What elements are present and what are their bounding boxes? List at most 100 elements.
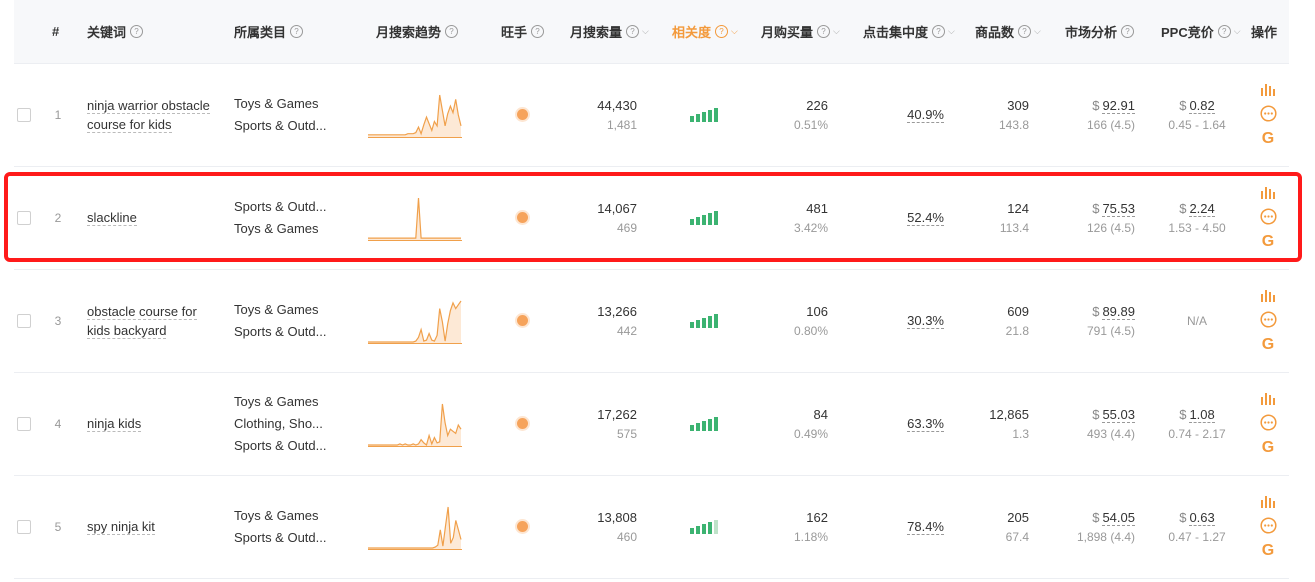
help-icon[interactable]: ? xyxy=(1121,25,1135,38)
ppc-range: 0.45 - 1.64 xyxy=(1168,117,1226,132)
help-icon[interactable]: ? xyxy=(445,25,459,38)
bar-chart-icon[interactable] xyxy=(1260,185,1276,199)
click-concentration-cell: 40.9% xyxy=(884,63,944,166)
row-checkbox[interactable] xyxy=(17,107,31,122)
sort-icon[interactable]: ⌵ xyxy=(731,26,738,37)
wangshou-dot-icon[interactable] xyxy=(516,212,528,223)
click-concentration[interactable]: 78.4% xyxy=(907,519,944,535)
wangshou-dot-icon[interactable] xyxy=(516,521,528,532)
market-price[interactable]: $92.91 xyxy=(1092,97,1135,114)
wangshou-cell xyxy=(512,63,532,166)
wangshou-dot-icon[interactable] xyxy=(516,315,528,326)
sort-icon[interactable]: ⌵ xyxy=(642,26,649,37)
ppc-price[interactable]: $0.63 xyxy=(1179,509,1215,526)
sort-icon[interactable]: ⌵ xyxy=(1234,26,1241,37)
header-relevance[interactable]: 相关度? ⌵ xyxy=(672,0,738,63)
help-icon[interactable]: ? xyxy=(1018,25,1032,38)
keyword-link[interactable]: ninja warrior obstacle course for kids xyxy=(87,96,219,134)
trend-cell xyxy=(368,269,464,372)
ppc-price[interactable]: $1.08 xyxy=(1179,406,1215,423)
google-icon[interactable]: G xyxy=(1262,337,1274,353)
more-icon[interactable] xyxy=(1259,208,1277,225)
more-icon[interactable] xyxy=(1259,414,1277,431)
row-checkbox[interactable] xyxy=(17,519,31,534)
sort-icon[interactable]: ⌵ xyxy=(1034,26,1041,37)
help-icon[interactable]: ? xyxy=(1217,25,1231,38)
keyword-link[interactable]: spy ninja kit xyxy=(87,517,219,536)
google-icon[interactable]: G xyxy=(1262,440,1274,456)
search-trend-sparkline[interactable] xyxy=(368,91,462,139)
bar-chart-icon[interactable] xyxy=(1260,391,1276,405)
ppc-price[interactable]: $2.24 xyxy=(1179,200,1215,217)
category-list: Sports & Outd... Toys & Games xyxy=(234,196,364,240)
ppc-price[interactable]: N/A xyxy=(1187,314,1207,328)
table-row[interactable]: 5 spy ninja kit Toys & Games Sports & Out… xyxy=(14,475,1289,579)
row-checkbox[interactable] xyxy=(17,416,31,431)
market-price[interactable]: $89.89 xyxy=(1092,303,1135,320)
header-monthly-purchases[interactable]: 月购买量? ⌵ xyxy=(761,0,840,63)
header-ppc[interactable]: PPC竞价? ⌵ xyxy=(1161,0,1241,63)
market-price-value: 55.03 xyxy=(1102,406,1135,423)
help-icon[interactable]: ? xyxy=(817,25,831,38)
sort-icon[interactable]: ⌵ xyxy=(948,26,955,37)
header-click-concentration[interactable]: 点击集中度? ⌵ xyxy=(863,0,955,63)
market-price[interactable]: $75.53 xyxy=(1092,200,1135,217)
market-price[interactable]: $55.03 xyxy=(1092,406,1135,423)
row-checkbox[interactable] xyxy=(17,313,31,328)
category-list: Toys & Games Sports & Outd... xyxy=(234,505,364,549)
help-icon[interactable]: ? xyxy=(290,25,304,38)
keyword-link[interactable]: slackline xyxy=(87,208,219,227)
help-icon[interactable]: ? xyxy=(130,25,144,38)
search-trend-sparkline[interactable] xyxy=(368,400,462,448)
bar-chart-icon[interactable] xyxy=(1260,494,1276,508)
relevance-cell xyxy=(690,475,730,578)
bar-chart-icon[interactable] xyxy=(1260,288,1276,302)
product-count: 124 xyxy=(1007,200,1029,216)
header-num: # xyxy=(52,24,60,39)
market-cell: $54.05 1,898 (4.4) xyxy=(1055,475,1135,578)
wangshou-dot-icon[interactable] xyxy=(516,109,528,120)
wangshou-dot-icon[interactable] xyxy=(516,418,528,429)
ppc-value: 2.24 xyxy=(1189,200,1215,217)
search-trend-sparkline[interactable] xyxy=(368,297,462,345)
wangshou-cell xyxy=(512,269,532,372)
search-volume-cell: 13,266 442 xyxy=(567,269,637,372)
market-price[interactable]: $54.05 xyxy=(1092,509,1135,526)
category-cell: Toys & Games Clothing, Sho... Sports & Out… xyxy=(234,372,364,475)
google-icon[interactable]: G xyxy=(1262,234,1274,250)
table-row[interactable]: 4 ninja kids Toys & Games Clothing, Sho..… xyxy=(14,372,1289,476)
keyword-link[interactable]: obstacle course for kids backyard xyxy=(87,302,219,340)
search-trend-sparkline[interactable] xyxy=(368,194,462,242)
more-icon[interactable] xyxy=(1259,517,1277,534)
google-icon[interactable]: G xyxy=(1262,131,1274,147)
bar-chart-icon[interactable] xyxy=(1260,82,1276,96)
table-row[interactable]: 3 obstacle course for kids backyard Toys… xyxy=(14,269,1289,373)
help-icon[interactable]: ? xyxy=(715,25,729,38)
more-icon[interactable] xyxy=(1259,105,1277,122)
table-row[interactable]: 2 slackline Sports & Outd... Toys & Games… xyxy=(14,166,1289,270)
table-row[interactable]: 1 ninja warrior obstacle course for kids… xyxy=(14,63,1289,167)
currency-symbol: $ xyxy=(1179,509,1187,525)
header-search-volume[interactable]: 月搜索量? ⌵ xyxy=(570,0,649,63)
click-concentration[interactable]: 52.4% xyxy=(907,210,944,226)
market-cell: $89.89 791 (4.5) xyxy=(1055,269,1135,372)
row-number: 1 xyxy=(54,107,62,122)
row-checkbox-cell xyxy=(16,475,32,578)
more-icon[interactable] xyxy=(1259,311,1277,328)
click-concentration[interactable]: 63.3% xyxy=(907,416,944,432)
ppc-price[interactable]: $0.82 xyxy=(1179,97,1215,114)
help-icon[interactable]: ? xyxy=(626,25,640,38)
header-product-count[interactable]: 商品数? ⌵ xyxy=(975,0,1041,63)
click-concentration[interactable]: 30.3% xyxy=(907,313,944,329)
search-trend-sparkline[interactable] xyxy=(368,503,462,551)
relevance-bars-icon xyxy=(690,210,730,225)
google-icon[interactable]: G xyxy=(1262,543,1274,559)
help-icon[interactable]: ? xyxy=(531,25,545,38)
ppc-cell: $1.08 0.74 - 2.17 xyxy=(1157,372,1237,475)
row-checkbox[interactable] xyxy=(17,210,31,225)
purchase-rate: 1.18% xyxy=(793,529,828,544)
keyword-link[interactable]: ninja kids xyxy=(87,414,219,433)
help-icon[interactable]: ? xyxy=(932,25,946,38)
click-concentration[interactable]: 40.9% xyxy=(907,107,944,123)
sort-icon[interactable]: ⌵ xyxy=(833,26,840,37)
